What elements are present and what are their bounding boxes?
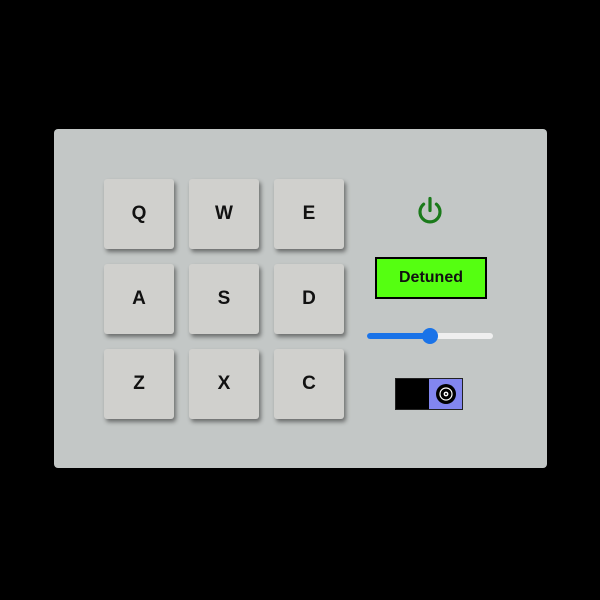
drum-pad-a[interactable]: A	[104, 264, 174, 334]
vinyl-record-icon	[435, 384, 456, 404]
drum-pad-grid: Q W E A S D Z X C	[104, 179, 344, 419]
drum-pad-q[interactable]: Q	[104, 179, 174, 249]
pad-key-label: W	[215, 203, 233, 224]
bank-display-text: Detuned	[399, 269, 463, 286]
drum-pad-e[interactable]: E	[274, 179, 344, 249]
power-icon	[418, 196, 442, 224]
drum-pad-x[interactable]: X	[189, 349, 259, 419]
pad-key-label: X	[217, 373, 231, 394]
power-button[interactable]	[415, 196, 445, 226]
toggle-knob[interactable]	[429, 379, 462, 409]
pad-key-label: Z	[133, 373, 145, 394]
drum-pad-z[interactable]: Z	[104, 349, 174, 419]
volume-slider-fill	[367, 333, 430, 339]
drum-pad-w[interactable]: W	[189, 179, 259, 249]
pad-key-label: Q	[131, 203, 147, 224]
pad-key-label: D	[302, 288, 316, 309]
drum-pad-d[interactable]: D	[274, 264, 344, 334]
pad-key-label: C	[302, 373, 316, 394]
volume-slider-thumb[interactable]	[422, 328, 438, 344]
drum-pad-c[interactable]: C	[274, 349, 344, 419]
bank-display: Detuned	[375, 257, 487, 299]
pad-key-label: A	[132, 288, 146, 309]
drum-pad-s[interactable]: S	[189, 264, 259, 334]
volume-slider[interactable]	[367, 327, 493, 345]
bank-toggle-switch[interactable]	[395, 378, 463, 410]
toggle-off-side	[396, 379, 429, 409]
pad-key-label: S	[217, 288, 231, 309]
pad-key-label: E	[302, 203, 316, 224]
drum-machine: Q W E A S D Z X C Detuned	[54, 129, 547, 468]
